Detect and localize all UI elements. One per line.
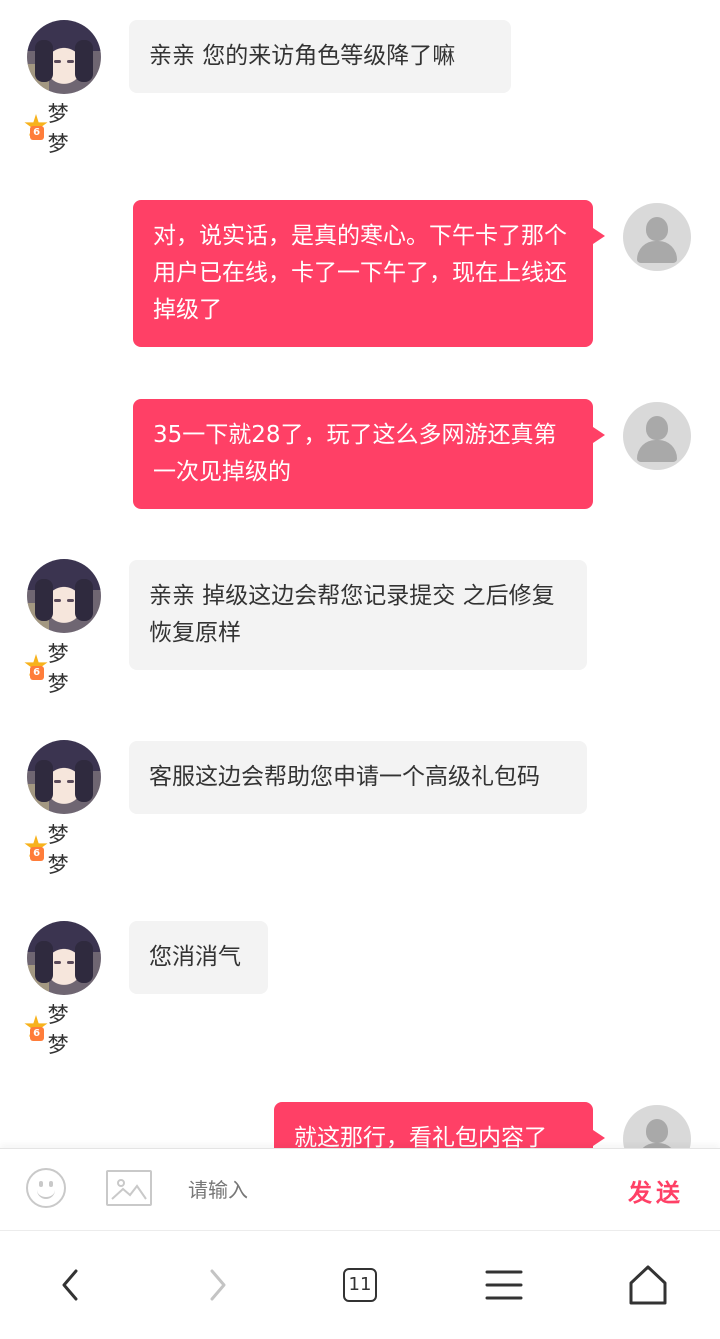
browser-nav-bar: 11	[0, 1230, 720, 1339]
menu-icon[interactable]	[478, 1259, 530, 1311]
chat-area[interactable]: 6 梦梦 亲亲 您的来访角色等级降了嘛 对，说实话，是真的寒心。下午卡了那个用户…	[0, 0, 720, 1148]
sender-label: 6 梦梦	[24, 102, 77, 156]
message-bubble: 亲亲 掉级这边会帮您记录提交 之后修复恢复原样	[129, 560, 587, 670]
user-avatar-icon[interactable]	[623, 1105, 691, 1148]
user-avatar-icon[interactable]	[623, 203, 691, 271]
message-bubble: 35一下就28了，玩了这么多网游还真第一次见掉级的	[133, 399, 605, 509]
level-badge-icon: 6	[24, 114, 48, 142]
user-avatar-icon[interactable]	[623, 402, 691, 470]
forward-arrow-icon[interactable]	[192, 1259, 244, 1311]
agent-avatar[interactable]	[27, 559, 101, 633]
agent-avatar[interactable]	[27, 921, 101, 995]
message-bubble: 客服这边会帮助您申请一个高级礼包码	[129, 741, 587, 814]
agent-avatar[interactable]	[27, 740, 101, 814]
tabs-icon[interactable]: 11	[334, 1259, 386, 1311]
level-badge-icon: 6	[24, 654, 48, 682]
image-icon[interactable]	[106, 1170, 152, 1206]
message-bubble: 亲亲 您的来访角色等级降了嘛	[129, 20, 511, 93]
back-arrow-icon[interactable]	[44, 1259, 96, 1311]
message-input[interactable]	[186, 1171, 580, 1209]
message-bubble: 对，说实话，是真的寒心。下午卡了那个用户已在线，卡了一下午了，现在上线还掉级了	[133, 200, 605, 347]
level-badge-icon: 6	[24, 1015, 48, 1043]
sender-name: 梦梦	[47, 102, 69, 156]
message-bubble: 就这那行，看礼包内容了	[274, 1102, 605, 1148]
sender-label: 6 梦梦	[24, 823, 77, 877]
sender-name: 梦梦	[47, 642, 69, 696]
sender-name: 梦梦	[47, 823, 69, 877]
message-input-bar: 发送	[0, 1148, 720, 1231]
sender-label: 6 梦梦	[24, 642, 77, 696]
home-icon[interactable]	[622, 1259, 674, 1311]
sender-name: 梦梦	[47, 1003, 69, 1057]
send-button[interactable]: 发送	[628, 1173, 684, 1208]
agent-avatar[interactable]	[27, 20, 101, 94]
sender-label: 6 梦梦	[24, 1003, 77, 1057]
message-bubble: 您消消气	[129, 921, 268, 994]
level-badge-icon: 6	[24, 835, 48, 863]
smiley-icon[interactable]	[26, 1168, 66, 1208]
tab-count: 11	[343, 1268, 377, 1302]
